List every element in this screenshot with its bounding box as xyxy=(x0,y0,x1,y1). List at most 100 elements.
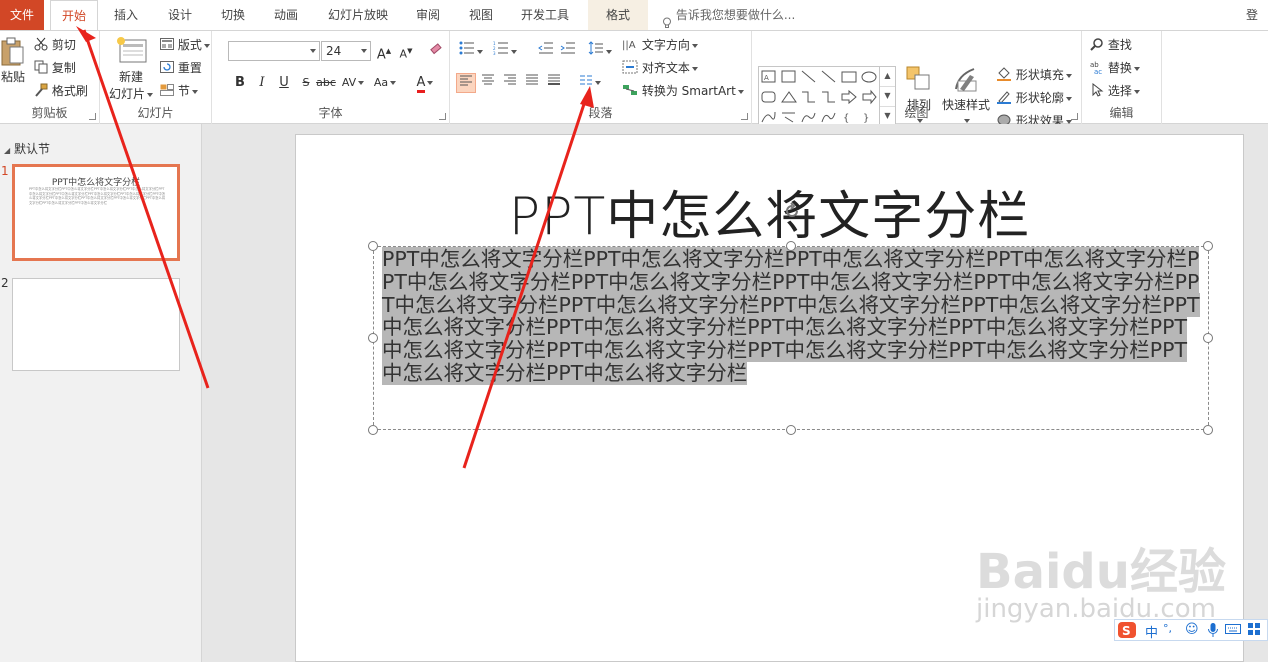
microphone-icon[interactable] xyxy=(1207,622,1219,642)
distributed-button[interactable] xyxy=(544,73,564,93)
keyboard-icon[interactable] xyxy=(1225,622,1241,640)
change-case-button[interactable]: Aa xyxy=(372,73,398,93)
replace-button[interactable]: ab ac 替换 xyxy=(1090,59,1140,77)
group-clipboard: 粘贴 剪切 复制 格式刷 剪贴板 xyxy=(0,31,100,124)
align-text-button[interactable]: 对齐文本 xyxy=(622,59,698,77)
tab-file[interactable]: 文件 xyxy=(0,0,44,30)
shrink-font-button[interactable]: A▼ xyxy=(396,41,416,61)
convert-smartart-button[interactable]: 转换为 SmartArt xyxy=(622,82,744,100)
font-name-combo[interactable] xyxy=(228,41,320,61)
ime-lang-toggle[interactable]: 中 xyxy=(1145,622,1158,641)
align-left-button[interactable] xyxy=(456,73,476,93)
font-size-combo[interactable]: 24 xyxy=(321,41,371,61)
justify-button[interactable] xyxy=(522,73,542,93)
shape-outline-label: 形状轮廓 xyxy=(1015,91,1064,105)
resize-handle-top-left[interactable] xyxy=(368,241,378,251)
shapes-gallery[interactable]: A { } xyxy=(758,66,880,126)
font-color-button[interactable]: A xyxy=(412,73,438,93)
tab-transitions[interactable]: 切换 xyxy=(213,0,253,30)
tab-design[interactable]: 设计 xyxy=(160,0,200,30)
resize-handle-bottom-right[interactable] xyxy=(1203,425,1213,435)
svg-text:ac: ac xyxy=(1094,68,1102,74)
reset-button[interactable]: 重置 xyxy=(160,59,202,76)
tab-format[interactable]: 格式 xyxy=(588,0,648,30)
slide-title[interactable]: PPT中怎么将文字分栏 xyxy=(295,174,1244,249)
columns-button[interactable] xyxy=(576,73,604,93)
shape-outline-button[interactable]: 形状轮廓 xyxy=(996,89,1072,107)
section-button[interactable]: 节 xyxy=(160,82,198,99)
tell-me-text: 告诉我您想要做什么... xyxy=(675,8,796,22)
section-header[interactable]: ◢ 默认节 xyxy=(4,140,50,157)
bold-button[interactable]: B xyxy=(230,73,250,93)
clipboard-dialog-launcher[interactable] xyxy=(89,113,96,120)
clipboard-group-label: 剪贴板 xyxy=(31,106,68,120)
collapse-triangle-icon[interactable]: ◢ xyxy=(4,146,10,155)
tab-animations[interactable]: 动画 xyxy=(266,0,306,30)
resize-handle-bottom-left[interactable] xyxy=(368,425,378,435)
find-button[interactable]: 查找 xyxy=(1090,36,1132,54)
login-link[interactable]: 登录 xyxy=(1246,0,1268,52)
shapes-gallery-scroll[interactable]: ▲ ▼ ▼ xyxy=(880,66,896,126)
numbering-button[interactable]: 123 xyxy=(490,41,520,61)
gallery-up-icon[interactable]: ▲ xyxy=(880,67,895,87)
align-right-button[interactable] xyxy=(500,73,520,93)
ribbon-tab-bar: 文件 开始 插入 设计 切换 动画 幻灯片放映 审阅 视图 开发工具 格式 告诉… xyxy=(0,0,1268,52)
slide-number-1: 1 xyxy=(1,164,9,178)
select-button[interactable]: 选择 xyxy=(1090,82,1140,100)
gallery-down-icon[interactable]: ▼ xyxy=(880,87,895,107)
line-spacing-button[interactable] xyxy=(586,41,614,61)
find-label: 查找 xyxy=(1107,38,1132,52)
copy-icon xyxy=(34,60,48,77)
shape-fill-button[interactable]: 形状填充 xyxy=(996,66,1072,84)
ime-punct-toggle[interactable]: °, xyxy=(1163,622,1172,635)
distributed-icon xyxy=(547,74,561,90)
quick-styles-button[interactable]: 快速样式 xyxy=(940,65,992,127)
tab-review[interactable]: 审阅 xyxy=(408,0,448,30)
rotate-handle-icon[interactable] xyxy=(782,201,802,221)
font-dialog-launcher[interactable] xyxy=(439,113,446,120)
slide-thumbnail-1[interactable]: PPT中怎么将文字分栏 PPT中怎么将文字分栏PPT中怎么将文字分栏PPT中怎么… xyxy=(12,164,180,261)
magnifier-icon xyxy=(1090,37,1104,54)
text-direction-button[interactable]: ||A 文字方向 xyxy=(622,36,698,54)
arrange-button[interactable]: 排列 xyxy=(900,65,938,127)
ribbon: 粘贴 剪切 复制 格式刷 剪贴板 新建 幻灯片 版式 重置 节 幻灯片 24 A… xyxy=(0,30,1268,128)
layout-button[interactable]: 版式 xyxy=(160,36,210,53)
resize-handle-left[interactable] xyxy=(368,333,378,343)
slide-thumbnail-2[interactable] xyxy=(12,278,180,371)
drawing-dialog-launcher[interactable] xyxy=(1071,113,1078,120)
slide-body-text[interactable]: PPT中怎么将文字分栏PPT中怎么将文字分栏PPT中怎么将文字分栏PPT中怎么将… xyxy=(382,247,1200,385)
resize-handle-top-right[interactable] xyxy=(1203,241,1213,251)
clear-format-button[interactable] xyxy=(426,41,446,61)
shadow-button[interactable]: S xyxy=(296,73,316,93)
decrease-indent-button[interactable] xyxy=(536,41,556,61)
grow-font-button[interactable]: A▲ xyxy=(374,41,394,62)
tab-slideshow[interactable]: 幻灯片放映 xyxy=(320,0,396,30)
quick-styles-label: 快速样式 xyxy=(941,98,990,112)
italic-button[interactable]: I xyxy=(252,73,272,93)
increase-indent-button[interactable] xyxy=(558,41,578,61)
paste-button[interactable]: 粘贴 xyxy=(0,37,26,85)
underline-button[interactable]: U xyxy=(274,73,294,93)
align-center-button[interactable] xyxy=(478,73,498,93)
tell-me-box[interactable]: 告诉我您想要做什么... xyxy=(662,0,795,30)
smiley-icon[interactable]: ☺ xyxy=(1185,622,1199,637)
tab-developer[interactable]: 开发工具 xyxy=(512,0,578,30)
resize-handle-bottom[interactable] xyxy=(786,425,796,435)
align-text-label: 对齐文本 xyxy=(641,61,690,75)
bullets-button[interactable] xyxy=(456,41,486,61)
tab-home[interactable]: 开始 xyxy=(50,0,98,31)
strikethrough-button[interactable]: abc xyxy=(316,73,336,93)
paragraph-dialog-launcher[interactable] xyxy=(741,113,748,120)
svg-text:A: A xyxy=(764,74,769,82)
character-spacing-button[interactable]: AV xyxy=(340,73,366,93)
tab-insert[interactable]: 插入 xyxy=(106,0,146,30)
copy-button[interactable]: 复制 xyxy=(34,59,76,77)
new-slide-button[interactable]: 新建 幻灯片 xyxy=(106,35,156,102)
ime-menu-icon[interactable] xyxy=(1247,622,1261,640)
cut-button[interactable]: 剪切 xyxy=(34,36,76,54)
resize-handle-top[interactable] xyxy=(786,241,796,251)
reset-icon xyxy=(160,61,174,76)
tab-view[interactable]: 视图 xyxy=(461,0,501,30)
format-painter-button[interactable]: 格式刷 xyxy=(34,82,88,100)
resize-handle-right[interactable] xyxy=(1203,333,1213,343)
